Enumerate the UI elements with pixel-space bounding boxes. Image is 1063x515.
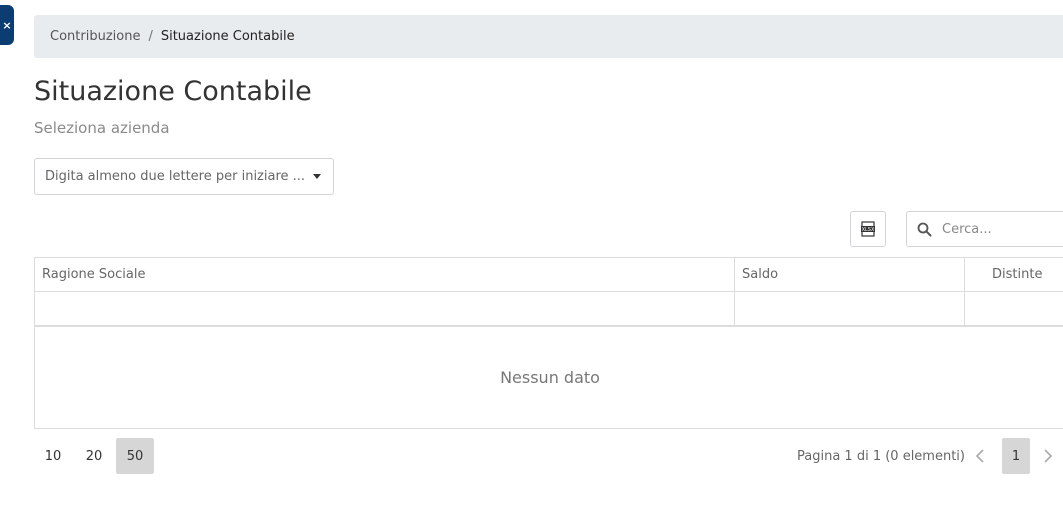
breadcrumb-current: Situazione Contabile xyxy=(160,29,295,44)
grid-header: Ragione Sociale Saldo Distinte xyxy=(35,258,1063,292)
column-header-ragione-sociale[interactable]: Ragione Sociale xyxy=(35,258,735,291)
search-box[interactable] xyxy=(906,211,1063,247)
page-1-button[interactable]: 1 xyxy=(1002,438,1030,474)
empty-message: Nessun dato xyxy=(500,368,600,387)
page-size-10-button[interactable]: 10 xyxy=(34,438,72,474)
page-subtitle: Seleziona azienda xyxy=(34,119,170,137)
xlsx-export-icon: XLSX xyxy=(861,221,875,237)
page: × Contribuzione / Situazione Contabile S… xyxy=(0,0,1063,515)
page-title: Situazione Contabile xyxy=(34,76,312,107)
filter-cell-ragione-sociale[interactable] xyxy=(35,292,735,325)
prev-page-button[interactable] xyxy=(970,438,990,474)
page-size-selector: 10 20 50 xyxy=(34,438,157,474)
company-select[interactable]: Digita almeno due lettere per iniziare .… xyxy=(34,158,334,195)
filter-cell-saldo[interactable] xyxy=(735,292,965,325)
filter-cell-distinte[interactable] xyxy=(965,292,1063,325)
chevron-left-icon xyxy=(975,449,984,463)
filter-row xyxy=(35,292,1063,327)
close-icon: × xyxy=(2,18,12,32)
chevron-right-icon xyxy=(1044,449,1053,463)
next-page-button[interactable] xyxy=(1038,438,1058,474)
column-header-distinte[interactable]: Distinte xyxy=(965,258,1063,291)
breadcrumb: Contribuzione / Situazione Contabile xyxy=(34,15,1063,58)
search-icon xyxy=(917,222,932,236)
breadcrumb-link-contribuzione[interactable]: Contribuzione xyxy=(50,29,140,44)
pager-info: Pagina 1 di 1 (0 elementi) xyxy=(797,448,965,464)
page-size-50-button[interactable]: 50 xyxy=(116,438,154,474)
data-grid: Ragione Sociale Saldo Distinte Nessun da… xyxy=(34,257,1063,429)
export-xlsx-button[interactable]: XLSX xyxy=(850,211,886,247)
svg-text:XLSX: XLSX xyxy=(862,227,875,233)
company-select-placeholder: Digita almeno due lettere per iniziare .… xyxy=(45,169,306,184)
close-panel-button[interactable]: × xyxy=(0,5,14,45)
search-input[interactable] xyxy=(940,220,1063,238)
page-size-20-button[interactable]: 20 xyxy=(75,438,113,474)
chevron-down-icon xyxy=(313,174,321,179)
breadcrumb-separator: / xyxy=(148,29,153,44)
column-header-saldo[interactable]: Saldo xyxy=(735,258,965,291)
